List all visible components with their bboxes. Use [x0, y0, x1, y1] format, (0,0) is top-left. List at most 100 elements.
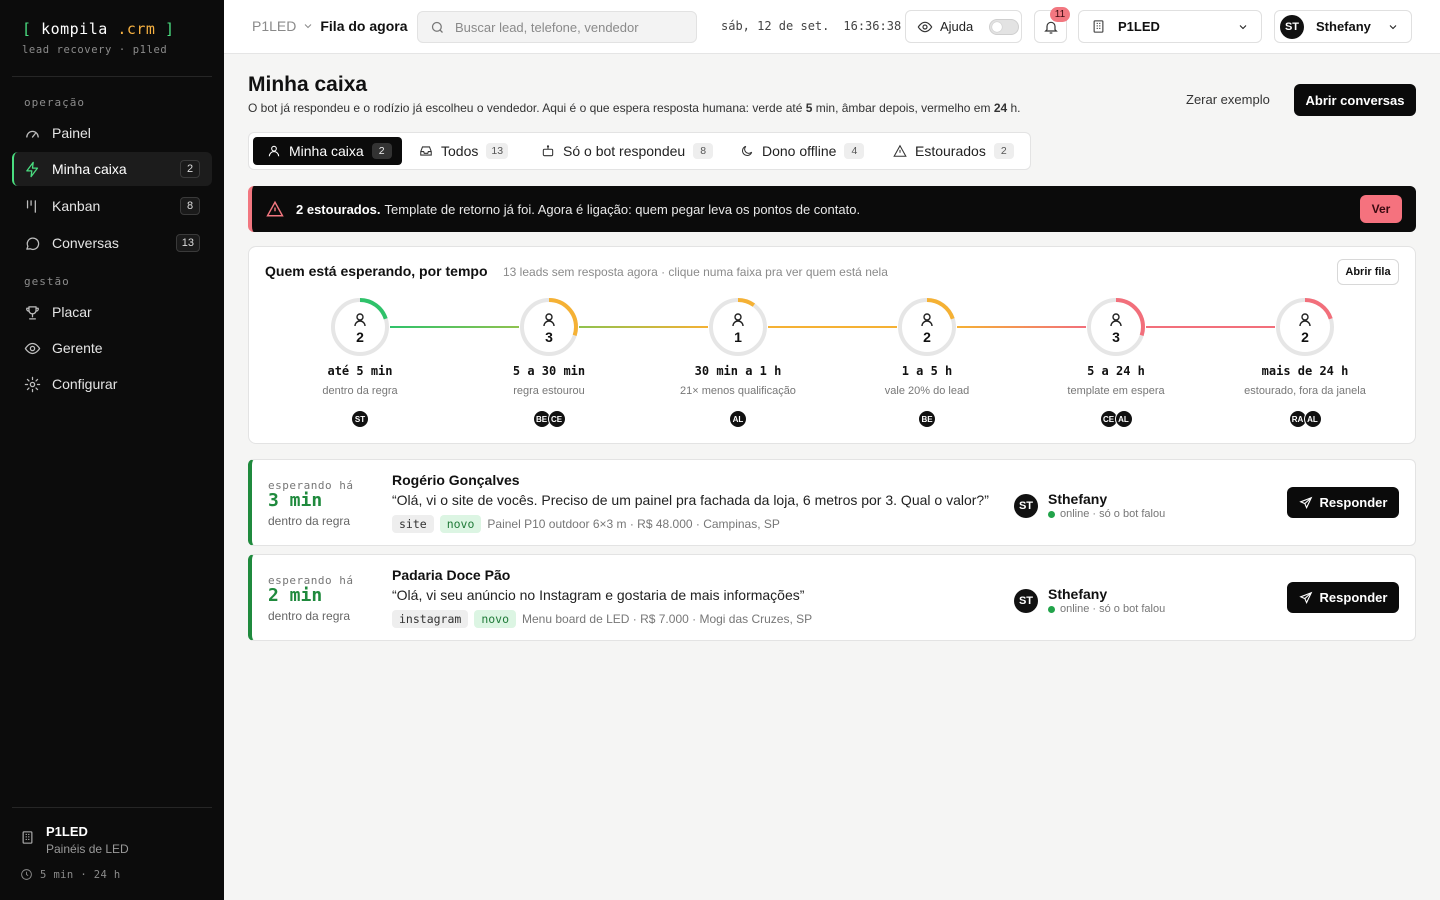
sidebar-item-minha-caixa[interactable]: Minha caixa 2 [12, 152, 212, 186]
avatar[interactable]: AL [729, 410, 747, 428]
reply-button[interactable]: Responder [1287, 487, 1399, 518]
chevron-down-icon[interactable] [302, 20, 314, 32]
help-toggle-button[interactable]: Ajuda [905, 10, 1022, 43]
search-box[interactable] [417, 11, 697, 43]
tab-estourados[interactable]: Estourados 2 [879, 137, 1024, 165]
avatar[interactable]: AL [1114, 410, 1133, 428]
lead-meta: instagram novo Menu board de LED · R$ 7.00… [392, 610, 812, 628]
bucket-label[interactable]: mais de 24 h [1215, 364, 1395, 378]
sidebar-item-painel[interactable]: Painel [12, 116, 212, 150]
org-name: P1LED [46, 824, 88, 839]
avatar[interactable]: ST [351, 410, 369, 428]
alert-text: Template de retorno já foi. Agora é liga… [384, 201, 861, 217]
sidebar-item-label: Placar [52, 304, 92, 320]
open-conversations-button[interactable]: Abrir conversas [1294, 84, 1416, 116]
timeline-bucket-ring[interactable] [1276, 298, 1334, 356]
timeline-bucket-ring[interactable] [331, 298, 389, 356]
sidebar-item-configurar[interactable]: Configurar [12, 367, 212, 401]
tab-todos[interactable]: Todos 13 [405, 137, 518, 165]
tab-minha-caixa[interactable]: Minha caixa 2 [253, 137, 402, 165]
gear-icon [24, 376, 41, 392]
user-name: Sthefany [1316, 19, 1371, 34]
send-icon [1298, 591, 1312, 604]
bucket-label[interactable]: 1 a 5 h [837, 364, 1017, 378]
timeline-connector [768, 326, 897, 328]
sidebar-divider [12, 76, 212, 77]
timeline-connector [579, 326, 708, 328]
sidebar-badge: 2 [180, 160, 200, 178]
user-icon [268, 145, 280, 157]
bucket-count: 3 [1112, 329, 1120, 345]
notifications-button[interactable]: 11 [1034, 7, 1070, 43]
sidebar-item-kanban[interactable]: Kanban 8 [12, 189, 212, 223]
bucket-avatars: ST [351, 410, 369, 428]
tab-so-bot-respondeu[interactable]: Só o bot respondeu 8 [527, 137, 723, 165]
bucket-label[interactable]: até 5 min [270, 364, 450, 378]
sidebar-org-info: P1LED Painéis de LED 5 min · 24 h [20, 824, 210, 881]
sidebar: [ kompila .crm ] lead recovery · p1led o… [0, 0, 224, 900]
avatar: ST [1280, 14, 1304, 39]
brand-logo[interactable]: [ kompila .crm ] lead recovery · p1led [22, 20, 175, 56]
current-date: sáb, 12 de set. [721, 19, 830, 33]
current-time: 16:36:38 [843, 19, 902, 33]
user-menu[interactable]: ST Sthefany [1274, 10, 1412, 43]
page-title: Minha caixa [248, 73, 368, 96]
warning-icon [266, 200, 284, 217]
bucket-description: estourado, fora da janela [1244, 385, 1366, 397]
sidebar-item-gerente[interactable]: Gerente [12, 331, 212, 365]
lead-meta: site novo Painel P10 outdoor 6×3 m · R$ 48… [392, 515, 780, 533]
bucket-label[interactable]: 30 min a 1 h [648, 364, 828, 378]
bot-icon [542, 145, 554, 157]
timeline-bucket-ring[interactable] [898, 298, 956, 356]
bucket-description: dentro da regra [322, 385, 398, 397]
timeline-connector [957, 326, 1086, 328]
chevron-down-icon [1389, 24, 1397, 29]
sidebar-item-placar[interactable]: Placar [12, 295, 212, 329]
bucket-avatars: RA AL [1288, 410, 1322, 428]
warning-icon [893, 144, 907, 157]
search-input[interactable] [455, 19, 695, 35]
avatar: ST [1014, 588, 1038, 613]
building-icon [1093, 20, 1104, 33]
lead-details: Painel P10 outdoor 6×3 m · R$ 48.000 · C… [487, 517, 780, 531]
lead-card[interactable]: esperando há 2 min dentro da regra Padaria … [248, 554, 1416, 641]
timeline-bucket-ring[interactable] [520, 298, 578, 356]
timeline-connector [1146, 326, 1275, 328]
bucket-label[interactable]: 5 a 30 min [459, 364, 639, 378]
trophy-icon [26, 305, 39, 320]
send-icon [1298, 496, 1312, 509]
source-tag: site [392, 515, 434, 533]
online-dot [1048, 510, 1055, 518]
timeline-bucket-ring[interactable] [709, 298, 767, 356]
lead-owner: ST Sthefany online · só o bot falou [1014, 491, 1165, 520]
waiting-timeline: Quem está esperando, por tempo 13 leads … [248, 246, 1416, 444]
lead-card[interactable]: esperando há 3 min dentro da regra Rogério … [248, 459, 1416, 546]
tab-count: 13 [486, 143, 509, 159]
timeline-connector [390, 326, 519, 328]
bucket-label[interactable]: 5 a 24 h [1026, 364, 1206, 378]
waiting-time: 2 min [268, 585, 323, 606]
sidebar-section-gestao: gestão [24, 275, 70, 288]
bucket-count: 2 [923, 329, 931, 345]
bucket-avatars: BE CE [532, 410, 566, 428]
sidebar-item-label: Kanban [52, 198, 101, 214]
lead-name[interactable]: Padaria Doce Pão [392, 567, 510, 583]
lead-name[interactable]: Rogério Gonçalves [392, 472, 520, 488]
reply-button[interactable]: Responder [1287, 582, 1399, 613]
help-toggle[interactable] [989, 18, 1020, 35]
avatar[interactable]: BE [918, 410, 936, 428]
view-overdue-button[interactable]: Ver [1360, 195, 1402, 223]
status-badge: novo [439, 515, 482, 533]
org-select[interactable]: P1LED [1078, 10, 1262, 43]
avatar[interactable]: AL [1303, 410, 1322, 428]
bucket-description: vale 20% do lead [884, 385, 970, 397]
lead-message: “Olá, vi o site de vocês. Preciso de um … [392, 492, 989, 508]
sidebar-item-conversas[interactable]: Conversas 13 [12, 226, 212, 260]
timeline-bucket-ring[interactable] [1087, 298, 1145, 356]
search-icon [431, 21, 443, 33]
overdue-alert: 2 estourados. Template de retorno já foi.… [248, 186, 1416, 232]
tab-dono-offline[interactable]: Dono offline 4 [726, 137, 874, 165]
avatar[interactable]: CE [547, 410, 566, 428]
reset-example-button[interactable]: Zerar exemplo [1186, 92, 1270, 107]
breadcrumb-org[interactable]: P1LED [252, 18, 296, 34]
